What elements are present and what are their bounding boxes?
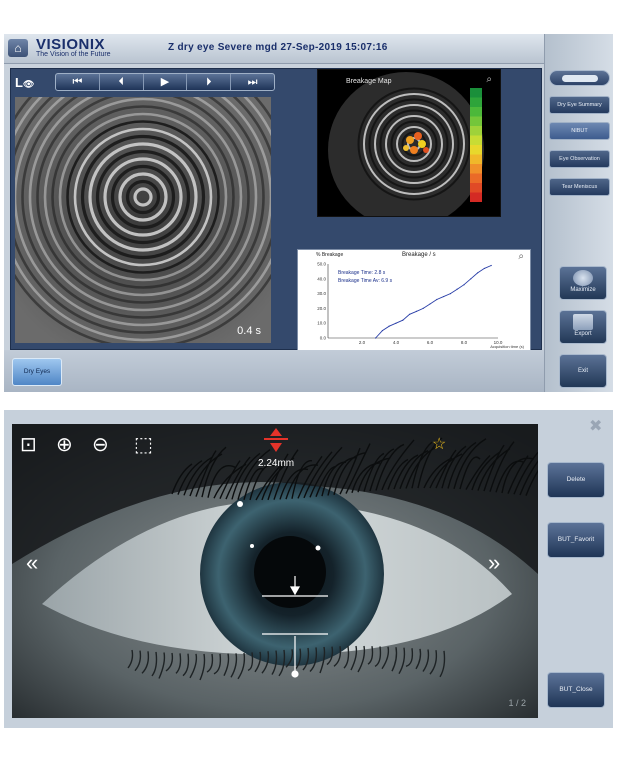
- breakage-graph: % Breakage Breakage / s ⌕ 50.0 40.0 30.0 20…: [297, 249, 531, 351]
- eye-photo-viewer: ⊡ ⊕ ⊖ ⬚ 2.24mm ☆ « » 1 / 2 ✖ Delete BUT_…: [4, 410, 613, 728]
- home-button[interactable]: ⌂: [8, 39, 28, 57]
- dry-eyes-button[interactable]: Dry Eyes: [12, 358, 62, 386]
- breakage-point: [375, 337, 377, 339]
- eye-photo: ⊡ ⊕ ⊖ ⬚ 2.24mm ☆ « » 1 / 2: [12, 424, 538, 718]
- y-tick-label: 0.0: [320, 336, 327, 341]
- breakage-point: [463, 284, 465, 286]
- prev-image-icon[interactable]: «: [26, 550, 38, 576]
- page-indicator: 1 / 2: [508, 698, 526, 708]
- zoom-in-icon[interactable]: ⊕: [56, 432, 73, 457]
- breakage-point: [429, 303, 431, 305]
- breakage-point: [422, 307, 424, 309]
- breakage-point: [456, 288, 458, 290]
- eye-toggle-button[interactable]: [549, 70, 610, 86]
- folder-icon: [573, 314, 593, 330]
- breakage-point: [443, 295, 445, 298]
- maximize-label: Maximize: [570, 287, 596, 293]
- y-tick-label: 50.0: [317, 262, 326, 267]
- sidebar: Dry Eye Summary NIBUT Eye Observation Te…: [544, 34, 613, 392]
- graph-x-label: Acquisition time (s): [490, 344, 524, 349]
- breakage-point: [449, 293, 451, 295]
- close-button[interactable]: BUT_Close: [547, 672, 605, 708]
- breakage-map-title: Breakage Map: [346, 78, 392, 85]
- zoom-fit-icon[interactable]: ⊡: [20, 432, 37, 457]
- placido-ring-image: 0.4 s: [15, 97, 271, 343]
- next-frame-button[interactable]: ⏵: [187, 74, 232, 90]
- x-tick-label: 2.0: [359, 340, 366, 345]
- playback-controls: ⏮ ⏴ ▶ ⏵ ⏭: [55, 73, 275, 91]
- select-area-icon[interactable]: ⬚: [134, 432, 153, 457]
- placido-rings: [15, 97, 271, 343]
- legend-breakage-time-avg: Breakage Time Av: 6.9 s: [338, 278, 393, 284]
- zoom-icon[interactable]: ⌕: [486, 74, 492, 85]
- export-label: Export: [574, 331, 592, 337]
- graph-plot: 50.040.030.020.010.00.02.0 4.0 6.0 8.0 10.0: [317, 262, 503, 346]
- prev-frame-button[interactable]: ⏴: [100, 74, 144, 90]
- breakage-map: Breakage Map ⌕: [317, 69, 501, 217]
- breakage-series-line: [375, 265, 492, 339]
- delete-button[interactable]: Delete: [547, 462, 605, 498]
- x-tick-label: 4.0: [393, 340, 400, 345]
- y-tick-label: 40.0: [317, 276, 326, 281]
- maximize-button[interactable]: Maximize: [559, 266, 607, 300]
- zoom-out-icon[interactable]: ⊖: [92, 432, 109, 457]
- sidebar-item-dry-eye-summary[interactable]: Dry Eye Summary: [549, 96, 610, 114]
- breakage-point: [436, 298, 438, 301]
- breakage-point: [388, 325, 390, 327]
- breakage-point: [409, 313, 411, 315]
- play-button[interactable]: ▶: [144, 74, 188, 90]
- sidebar-item-eye-observation[interactable]: Eye Observation: [549, 150, 610, 168]
- logo: VISIONIX The Vision of the Future: [36, 36, 111, 58]
- breakage-map-image: [328, 72, 484, 216]
- last-frame-button[interactable]: ⏭: [231, 74, 274, 90]
- sidebar-item-nibut[interactable]: NIBUT: [549, 122, 610, 140]
- y-tick-label: 10.0: [317, 321, 326, 326]
- breakage-point: [477, 272, 479, 274]
- sidebar-item-tear-meniscus[interactable]: Tear Meniscus: [549, 178, 610, 196]
- breakage-point: [402, 319, 404, 321]
- breakage-point: [395, 322, 397, 324]
- next-image-icon[interactable]: »: [488, 550, 500, 576]
- exam-title: Z dry eye Severe mgd 27-Sep-2019 15:07:1…: [168, 42, 388, 53]
- breakage-point: [381, 330, 383, 332]
- x-tick-label: 6.0: [427, 340, 434, 345]
- breakage-point: [470, 278, 472, 280]
- first-frame-button[interactable]: ⏮: [56, 74, 100, 90]
- eye-icon: 👁: [22, 79, 35, 89]
- close-icon[interactable]: ✖: [589, 416, 602, 436]
- export-button[interactable]: Export: [559, 310, 607, 344]
- maximize-icon: [573, 270, 593, 286]
- dry-eye-analysis-window: ⌂ VISIONIX The Vision of the Future Z dr…: [4, 34, 613, 392]
- breakage-point: [490, 264, 492, 267]
- favorite-star-icon[interactable]: ☆: [432, 434, 446, 454]
- main-view: L👁 ⏮ ⏴ ▶ ⏵ ⏭ 0.4 s Breakage Map ⌕ % Brea…: [10, 68, 542, 351]
- x-tick-label: 8.0: [461, 340, 468, 345]
- eye-side-label: L👁: [15, 75, 35, 90]
- bottom-bar: Dry Eyes: [4, 350, 544, 392]
- toggle-eye-icon: [562, 75, 598, 82]
- measurement-value: 2.24mm: [258, 458, 295, 469]
- home-icon: ⌂: [14, 41, 22, 55]
- exit-button[interactable]: Exit: [559, 354, 607, 388]
- header-bar: ⌂ VISIONIX The Vision of the Future Z dr…: [4, 34, 544, 64]
- y-tick-label: 20.0: [317, 306, 326, 311]
- y-tick-label: 30.0: [317, 291, 326, 296]
- frame-time: 0.4 s: [237, 325, 261, 337]
- legend-breakage-time: Breakage Time: 2.8 s: [338, 270, 386, 276]
- logo-tagline: The Vision of the Future: [36, 51, 111, 58]
- breakage-point: [483, 267, 485, 270]
- breakage-point: [415, 310, 417, 312]
- favorite-button[interactable]: BUT_Favorit: [547, 522, 605, 558]
